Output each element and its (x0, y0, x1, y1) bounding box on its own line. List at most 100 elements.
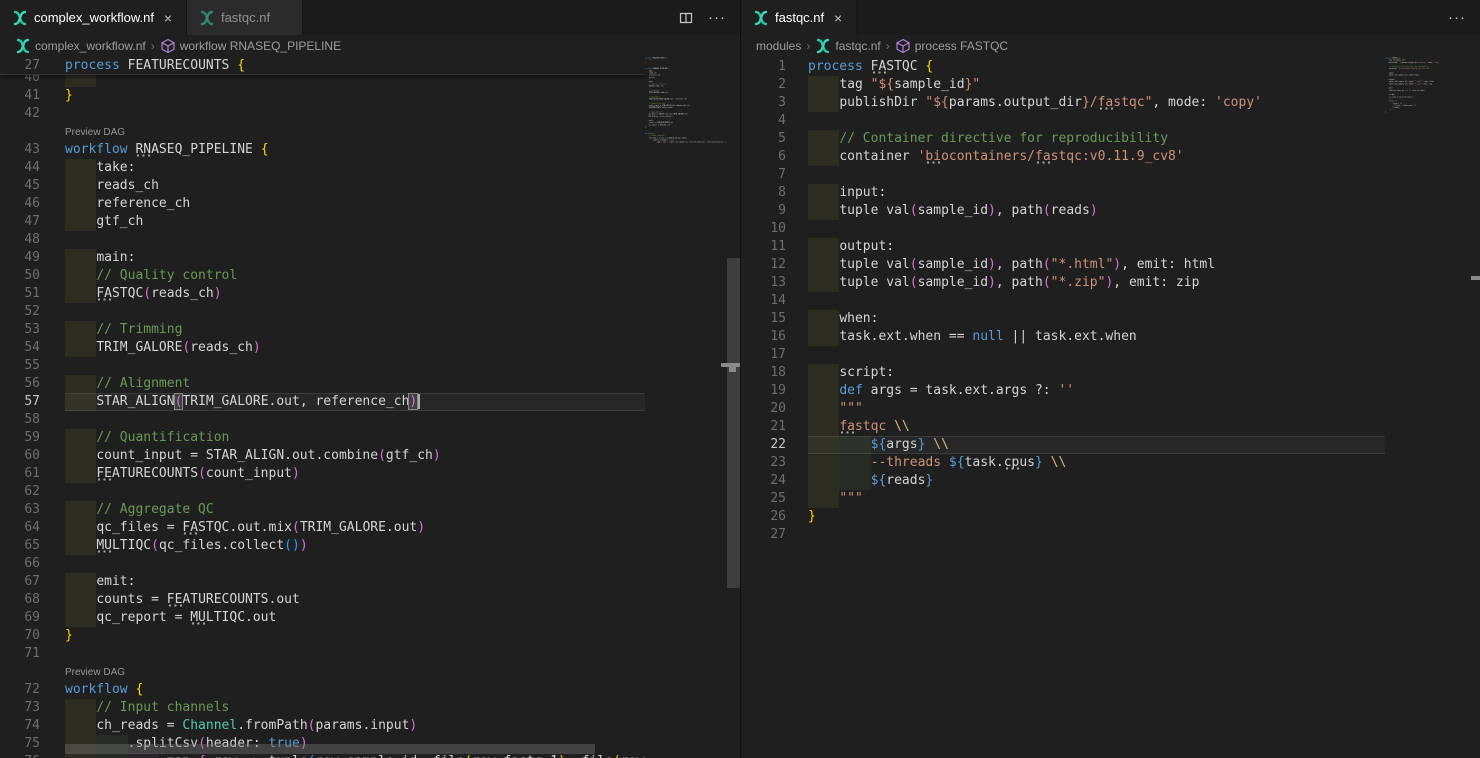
code-line[interactable]: 27process FEATURECOUNTS { (0, 57, 645, 75)
code-line[interactable]: 19 def args = task.ext.args ?: '' (741, 382, 1385, 400)
code-line[interactable]: 13 tuple val(sample_id), path("*.zip"), … (741, 274, 1385, 292)
code-line[interactable]: 4 (741, 112, 1385, 130)
code-line[interactable]: 23 --threads ${task.cpus} \\ (741, 454, 1385, 472)
line-number[interactable]: 18 (741, 364, 786, 382)
line-number[interactable]: 71 (0, 645, 40, 663)
line-number[interactable]: 54 (0, 339, 40, 357)
line-number[interactable]: 17 (741, 346, 786, 364)
line-number[interactable]: 24 (741, 472, 786, 490)
code-editor[interactable]: 40 """41}42Preview DAG43workflow RNASEQ_… (0, 57, 740, 758)
line-number[interactable]: 43 (0, 141, 40, 159)
code-line[interactable]: 45 reads_ch (0, 177, 645, 195)
line-number[interactable]: 45 (0, 177, 40, 195)
code-line[interactable]: 58 (0, 411, 645, 429)
breadcrumb-item-complex-workflow-nf[interactable]: complex_workflow.nf (15, 38, 146, 54)
line-number[interactable]: 14 (741, 292, 786, 310)
code-line[interactable]: 44 take: (0, 159, 645, 177)
code-line[interactable]: 67 emit: (0, 573, 645, 591)
code-line[interactable]: 24 ${reads} (741, 472, 1385, 490)
code-line[interactable]: 14 (741, 292, 1385, 310)
line-number[interactable]: 60 (0, 447, 40, 465)
line-number[interactable]: 58 (0, 411, 40, 429)
line-number[interactable]: 15 (741, 310, 786, 328)
code-line[interactable]: 3 publishDir "${params.output_dir}/fastq… (741, 94, 1385, 112)
line-number[interactable]: 74 (0, 717, 40, 735)
code-line[interactable]: 46 reference_ch (0, 195, 645, 213)
code-line[interactable]: 21 fastqc \\ (741, 418, 1385, 436)
horizontal-scrollbar[interactable] (65, 744, 595, 754)
line-number[interactable]: 53 (0, 321, 40, 339)
line-number[interactable]: 46 (0, 195, 40, 213)
code-line[interactable]: 56 // Alignment (0, 375, 645, 393)
line-number[interactable]: 2 (741, 76, 786, 94)
codelens-preview-dag[interactable]: Preview DAG (65, 663, 125, 681)
line-number[interactable]: 19 (741, 382, 786, 400)
line-number[interactable]: 23 (741, 454, 786, 472)
tab-complex-workflow-nf[interactable]: complex_workflow.nf× (0, 0, 187, 35)
code-line[interactable]: 40 """ (0, 75, 645, 87)
code-line[interactable]: 6 container 'biocontainers/fastqc:v0.11.… (741, 148, 1385, 166)
line-number[interactable]: 68 (0, 591, 40, 609)
tab-fastqc-nf[interactable]: fastqc.nf× (741, 0, 857, 35)
code-line[interactable]: 26} (741, 508, 1385, 526)
close-icon[interactable]: × (830, 10, 846, 26)
code-line[interactable]: 69 qc_report = MULTIQC.out (0, 609, 645, 627)
line-number[interactable]: 52 (0, 303, 40, 321)
code-line[interactable]: 74 ch_reads = Channel.fromPath(params.in… (0, 717, 645, 735)
code-line[interactable]: 10 (741, 220, 1385, 238)
code-line[interactable]: 2 tag "${sample_id}" (741, 76, 1385, 94)
line-number[interactable]: 47 (0, 213, 40, 231)
code-line[interactable]: 20 """ (741, 400, 1385, 418)
code-line[interactable]: 42 (0, 105, 645, 123)
code-line[interactable]: 27 (741, 526, 1385, 544)
line-number[interactable]: 48 (0, 231, 40, 249)
line-number[interactable]: 27 (0, 57, 40, 75)
code-line[interactable]: 55 (0, 357, 645, 375)
line-number[interactable]: 40 (0, 75, 40, 87)
line-number[interactable]: 5 (741, 130, 786, 148)
line-number[interactable]: 13 (741, 274, 786, 292)
line-number[interactable]: 41 (0, 87, 40, 105)
line-number[interactable]: 56 (0, 375, 40, 393)
line-number[interactable]: 51 (0, 285, 40, 303)
code-line[interactable]: 41} (0, 87, 645, 105)
more-actions-button[interactable]: ··· (708, 9, 726, 26)
code-line[interactable]: 11 output: (741, 238, 1385, 256)
line-number[interactable]: 7 (741, 166, 786, 184)
line-number[interactable]: 44 (0, 159, 40, 177)
code-line[interactable]: 48 (0, 231, 645, 249)
line-number[interactable]: 16 (741, 328, 786, 346)
line-number[interactable]: 72 (0, 681, 40, 699)
sticky-scroll-line[interactable]: 27process FEATURECOUNTS { (0, 57, 645, 75)
code-line[interactable]: 68 counts = FEATURECOUNTS.out (0, 591, 645, 609)
code-line[interactable]: 18 script: (741, 364, 1385, 382)
line-number[interactable]: 55 (0, 357, 40, 375)
line-number[interactable]: 26 (741, 508, 786, 526)
code-line[interactable]: 70} (0, 627, 645, 645)
code-line[interactable]: 5 // Container directive for reproducibi… (741, 130, 1385, 148)
breadcrumb-item-workflow-rnaseq-pipeline[interactable]: workflow RNASEQ_PIPELINE (160, 38, 341, 54)
line-number[interactable]: 27 (741, 526, 786, 544)
line-number[interactable]: 22 (741, 436, 786, 454)
line-number[interactable]: 3 (741, 94, 786, 112)
code-line[interactable]: 63 // Aggregate QC (0, 501, 645, 519)
line-number[interactable]: 59 (0, 429, 40, 447)
code-line[interactable]: 62 (0, 483, 645, 501)
line-number[interactable]: 61 (0, 465, 40, 483)
line-number[interactable]: 1 (741, 58, 786, 76)
line-number[interactable]: 62 (0, 483, 40, 501)
code-line[interactable]: 61 FEATURECOUNTS(count_input) (0, 465, 645, 483)
line-number[interactable]: 50 (0, 267, 40, 285)
code-line[interactable]: 60 count_input = STAR_ALIGN.out.combine(… (0, 447, 645, 465)
more-actions-button[interactable]: ··· (1448, 9, 1466, 26)
line-number[interactable]: 11 (741, 238, 786, 256)
code-line[interactable]: 15 when: (741, 310, 1385, 328)
code-line[interactable]: 25 """ (741, 490, 1385, 508)
line-number[interactable]: 42 (0, 105, 40, 123)
line-number[interactable]: 9 (741, 202, 786, 220)
code-line[interactable]: 72workflow { (0, 681, 645, 699)
split-editor-button[interactable] (678, 10, 694, 26)
code-line[interactable]: 1process FASTQC { (741, 58, 1385, 76)
code-line[interactable]: 53 // Trimming (0, 321, 645, 339)
line-number[interactable]: 25 (741, 490, 786, 508)
